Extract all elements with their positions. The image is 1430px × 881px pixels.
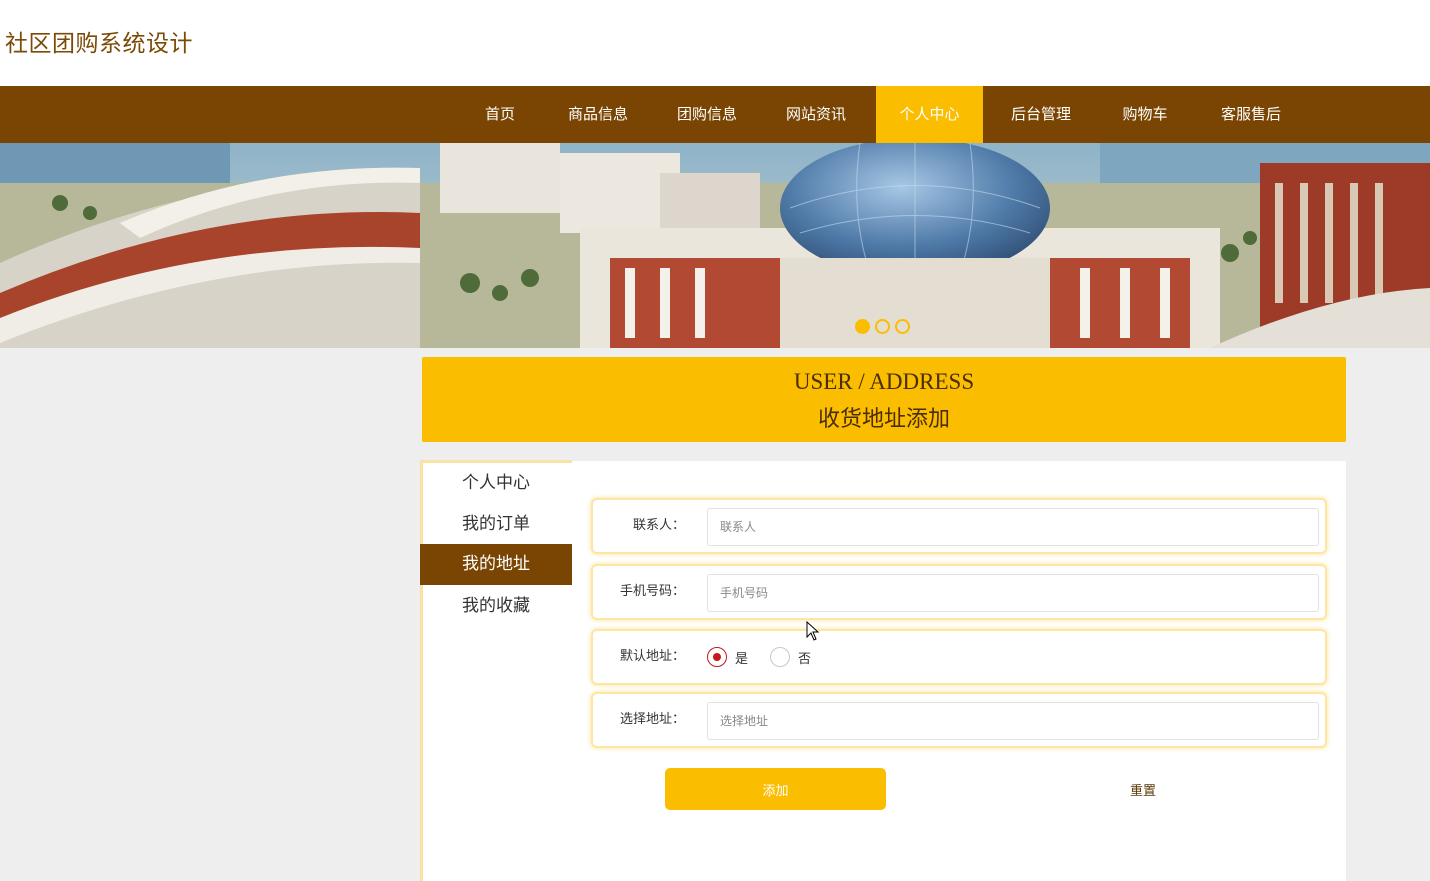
contact-input[interactable] [707,508,1319,546]
default-address-row: 默认地址： 是 否 [591,629,1327,685]
sidebar-item-address[interactable]: 我的地址 [420,544,575,585]
mouse-pointer-icon [806,621,820,641]
section-title-cn: 收货地址添加 [817,407,950,432]
nav-item-service[interactable]: 客服售后 [1206,86,1296,143]
banner-dot-3[interactable] [895,319,910,334]
nav-item-cart[interactable]: 购物车 [1105,86,1185,143]
user-sidebar: 个人中心 我的订单 我的地址 我的收藏 [420,460,575,881]
nav-item-admin[interactable]: 后台管理 [996,86,1086,143]
site-title: 社区团购系统设计 [5,31,193,57]
banner-campus-image [0,143,1430,348]
default-no-radio[interactable]: 否 [770,647,811,667]
banner-dot-1[interactable] [855,319,870,334]
contact-label: 联系人： [632,518,685,533]
nav-item-news[interactable]: 网站资讯 [771,86,861,143]
nav-item-group-buy[interactable]: 团购信息 [662,86,752,143]
reset-button[interactable]: 重置 [1088,768,1198,810]
banner-slide-dots [855,319,910,334]
radio-checked-icon[interactable] [707,647,727,667]
default-yes-label: 是 [735,651,749,667]
address-label: 选择地址： [619,712,685,727]
address-input[interactable] [707,702,1319,740]
radio-unchecked-icon[interactable] [770,647,791,667]
default-address-label: 默认地址： [619,649,685,664]
hero-banner [0,143,1430,348]
sidebar-item-user-center[interactable]: 个人中心 [420,463,575,504]
phone-label: 手机号码： [619,584,685,599]
address-row: 选择地址： [591,692,1327,748]
contact-row: 联系人： [591,498,1327,554]
site-header: 社区团购系统设计 [0,0,1430,86]
default-yes-radio[interactable]: 是 [707,647,748,667]
main-nav: 首页 商品信息 团购信息 网站资讯 个人中心 后台管理 购物车 客服售后 [0,86,1430,143]
section-title-band: USER / ADDRESS 收货地址添加 [422,357,1346,442]
nav-item-user-center[interactable]: 个人中心 [876,86,983,143]
sidebar-item-favorites[interactable]: 我的收藏 [420,586,575,627]
phone-row: 手机号码： [591,564,1327,620]
sidebar-item-orders[interactable]: 我的订单 [420,504,575,545]
section-title-en: USER / ADDRESS [793,369,975,394]
default-no-label: 否 [798,651,812,667]
phone-input[interactable] [707,574,1319,612]
nav-item-home[interactable]: 首页 [466,86,534,143]
add-button[interactable]: 添加 [665,768,886,810]
nav-item-products[interactable]: 商品信息 [553,86,643,143]
banner-dot-2[interactable] [875,319,890,334]
